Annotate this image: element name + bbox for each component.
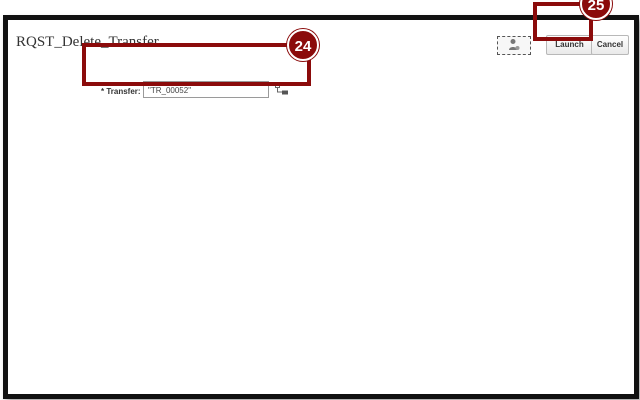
cancel-button[interactable]: Cancel <box>591 35 629 55</box>
transfer-field-label: * Transfer: <box>101 87 141 96</box>
callout-24-frame <box>82 43 311 86</box>
callout-24-badge: 24 <box>287 29 319 61</box>
user-settings-button[interactable] <box>497 36 531 55</box>
user-settings-icon <box>509 39 520 50</box>
